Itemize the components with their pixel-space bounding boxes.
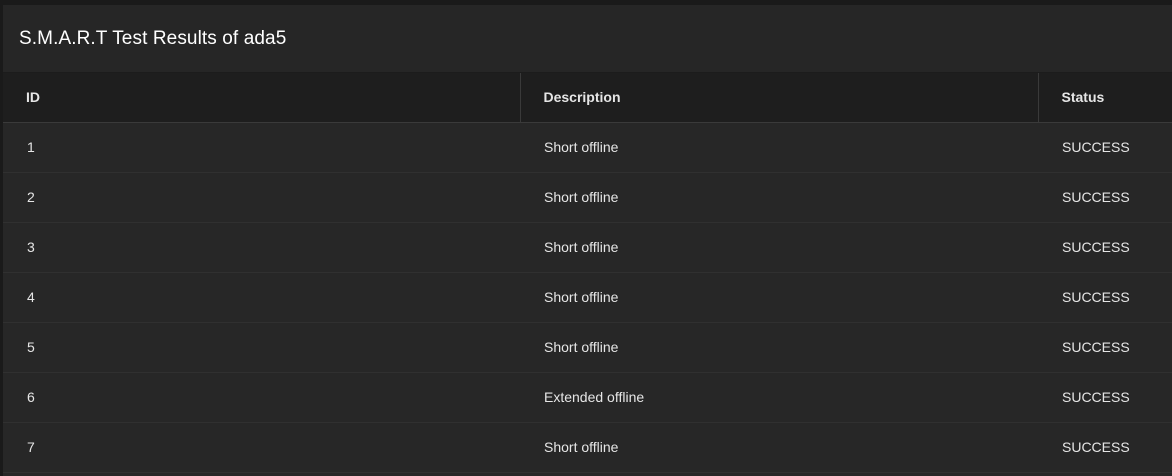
cell-description: Extended offline xyxy=(544,389,645,405)
column-header-id[interactable]: ID xyxy=(3,73,520,123)
cell-status: SUCCESS xyxy=(1062,139,1130,155)
cell-id: 1 xyxy=(27,139,35,155)
cell-id: 3 xyxy=(27,239,35,255)
cell-status: SUCCESS xyxy=(1062,389,1130,405)
card-header: S.M.A.R.T Test Results of ada5 xyxy=(3,5,1172,73)
cell-description: Short offline xyxy=(544,339,619,355)
cell-status: SUCCESS xyxy=(1062,239,1130,255)
smart-results-table: ID Description Status 1 Short offline SU… xyxy=(3,73,1172,473)
cell-description: Short offline xyxy=(544,289,619,305)
smart-results-card: S.M.A.R.T Test Results of ada5 ID Descri… xyxy=(3,5,1172,476)
cell-id: 6 xyxy=(27,389,35,405)
column-header-status[interactable]: Status xyxy=(1037,73,1172,123)
cell-id: 5 xyxy=(27,339,35,355)
card-title: S.M.A.R.T Test Results of ada5 xyxy=(19,27,287,49)
table-header-row: ID Description Status xyxy=(3,73,1172,123)
cell-id: 7 xyxy=(27,439,35,455)
table-row[interactable]: 2 Short offline SUCCESS xyxy=(3,172,1172,222)
cell-description: Short offline xyxy=(544,189,619,205)
cell-status: SUCCESS xyxy=(1062,339,1130,355)
table-row[interactable]: 7 Short offline SUCCESS xyxy=(3,422,1172,472)
table-row[interactable]: 3 Short offline SUCCESS xyxy=(3,222,1172,272)
cell-status: SUCCESS xyxy=(1062,189,1130,205)
cell-description: Short offline xyxy=(544,239,619,255)
column-header-description[interactable]: Description xyxy=(519,73,1038,123)
cell-id: 4 xyxy=(27,289,35,305)
cell-status: SUCCESS xyxy=(1062,439,1130,455)
table-row[interactable]: 4 Short offline SUCCESS xyxy=(3,272,1172,322)
cell-status: SUCCESS xyxy=(1062,289,1130,305)
table-row[interactable]: 1 Short offline SUCCESS xyxy=(3,122,1172,172)
table-row[interactable]: 6 Extended offline SUCCESS xyxy=(3,372,1172,422)
cell-id: 2 xyxy=(27,189,35,205)
table-row[interactable]: 5 Short offline SUCCESS xyxy=(3,322,1172,372)
cell-description: Short offline xyxy=(544,139,619,155)
cell-description: Short offline xyxy=(544,439,619,455)
